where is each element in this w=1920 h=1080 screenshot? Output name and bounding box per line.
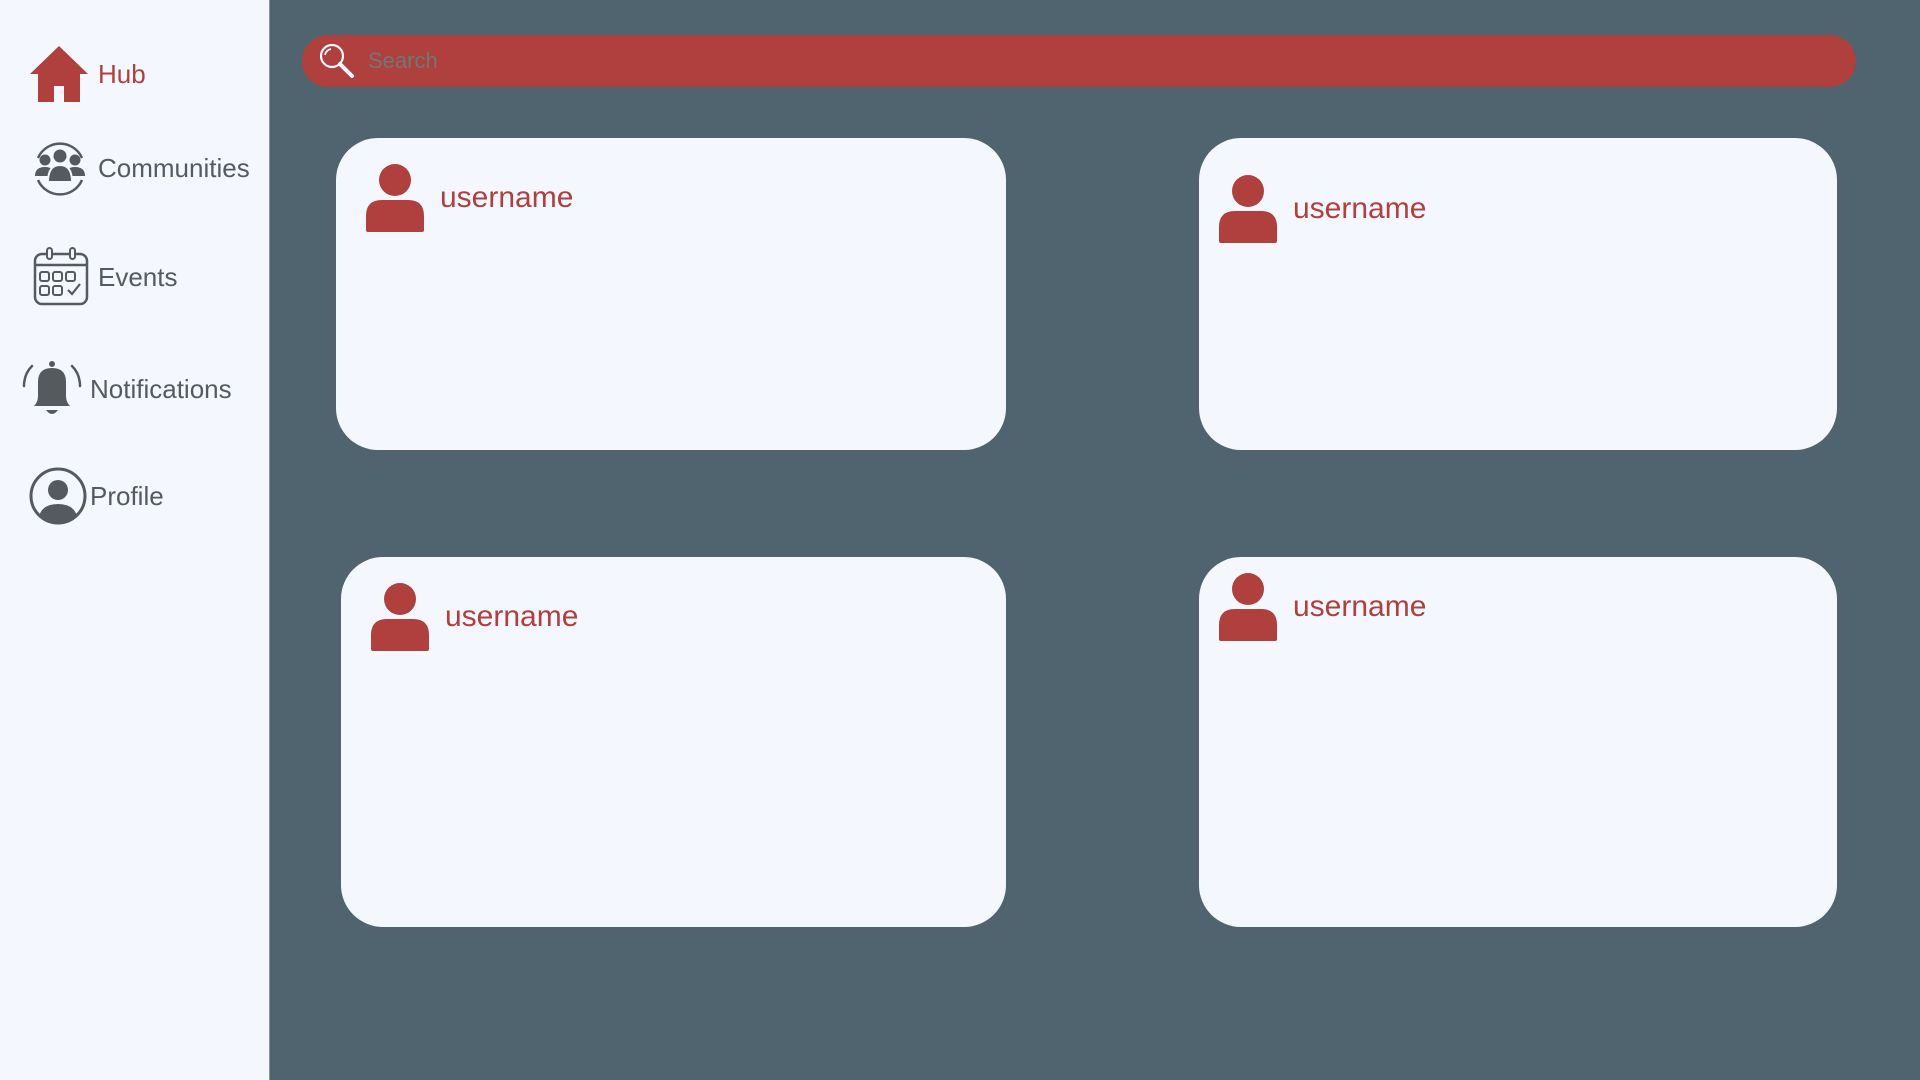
post-header: username — [1219, 175, 1426, 243]
post-card[interactable]: username — [1199, 557, 1837, 927]
post-username[interactable]: username — [440, 181, 573, 215]
search-input[interactable] — [366, 47, 1770, 75]
sidebar-item-profile[interactable]: Profile — [28, 466, 164, 526]
search-bar[interactable] — [302, 35, 1856, 87]
user-icon[interactable] — [1219, 573, 1277, 641]
bell-icon — [20, 358, 84, 420]
sidebar: Hub Communities Events Notifications Pro… — [0, 0, 270, 1080]
post-header: username — [366, 164, 573, 232]
sidebar-item-label: Notifications — [90, 373, 232, 404]
user-icon[interactable] — [1219, 175, 1277, 243]
sidebar-item-communities[interactable]: Communities — [28, 136, 250, 200]
user-icon[interactable] — [371, 583, 429, 651]
sidebar-item-notifications[interactable]: Notifications — [20, 358, 232, 420]
post-username[interactable]: username — [1293, 192, 1426, 226]
home-icon — [28, 44, 90, 104]
profile-icon — [28, 466, 88, 526]
post-header: username — [1219, 573, 1426, 641]
sidebar-item-label: Communities — [98, 152, 250, 183]
post-username[interactable]: username — [445, 600, 578, 634]
post-card[interactable]: username — [341, 557, 1006, 927]
post-username[interactable]: username — [1293, 590, 1426, 624]
sidebar-item-events[interactable]: Events — [32, 246, 178, 308]
sidebar-item-hub[interactable]: Hub — [28, 44, 146, 104]
post-card[interactable]: username — [1199, 138, 1837, 450]
sidebar-item-label: Events — [98, 261, 178, 292]
post-card[interactable]: username — [336, 138, 1006, 450]
user-icon[interactable] — [366, 164, 424, 232]
sidebar-item-label: Profile — [90, 480, 164, 511]
search-icon[interactable] — [318, 42, 356, 80]
main-feed: username username username — [270, 0, 1920, 1080]
sidebar-item-label: Hub — [98, 58, 146, 89]
post-header: username — [371, 583, 578, 651]
communities-icon — [28, 136, 92, 200]
calendar-icon — [32, 246, 90, 308]
